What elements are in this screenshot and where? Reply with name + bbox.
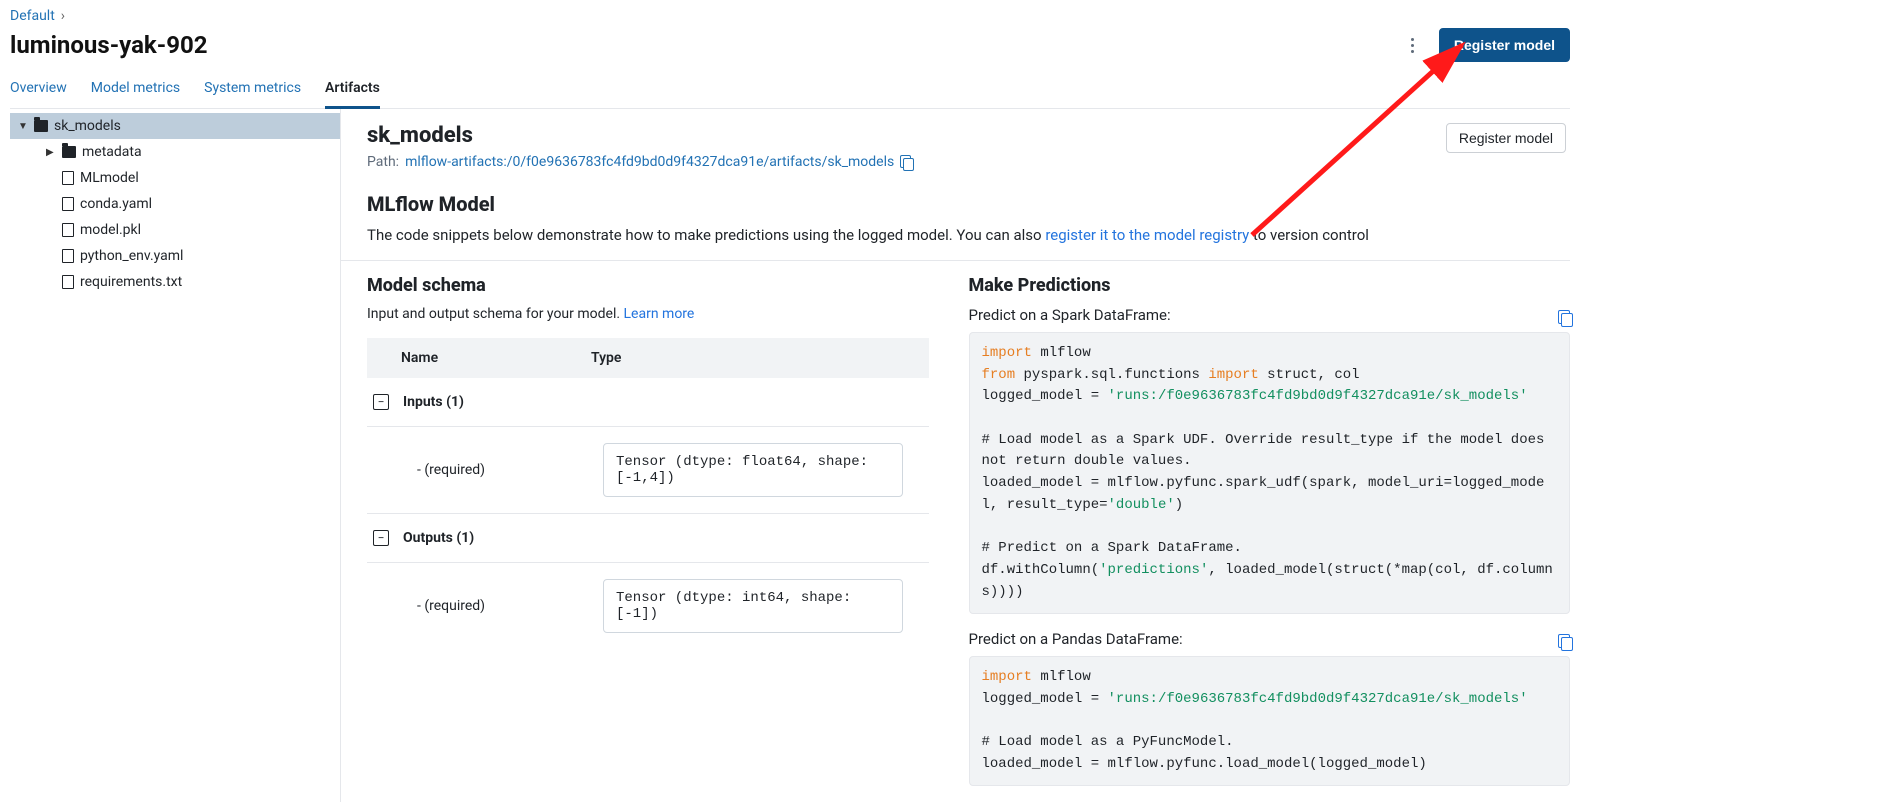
- breadcrumb: Default ›: [10, 0, 1570, 24]
- artifact-heading: sk_models: [367, 123, 914, 148]
- tree-file[interactable]: model.pkl: [10, 217, 340, 243]
- schema-heading: Model schema: [367, 275, 929, 296]
- register-model-outline-button[interactable]: Register model: [1446, 123, 1566, 153]
- pandas-label: Predict on a Pandas DataFrame:: [969, 630, 1571, 648]
- path-value: mlflow-artifacts:/0/f0e9636783fc4fd9bd0d…: [405, 154, 894, 170]
- schema-hint: Input and output schema for your model. …: [367, 306, 929, 322]
- file-icon: [62, 223, 74, 237]
- schema-outputs-section[interactable]: − Outputs (1): [367, 514, 929, 563]
- schema-row: - (required) Tensor (dtype: int64, shape…: [367, 563, 929, 649]
- copy-code-button[interactable]: [1558, 634, 1574, 652]
- tree-label: metadata: [82, 144, 142, 160]
- mlflow-model-description: The code snippets below demonstrate how …: [367, 226, 1570, 244]
- tree-label: conda.yaml: [80, 196, 152, 212]
- file-tree: ▼ sk_models ▶ metadata MLmodel conda.yam…: [10, 109, 340, 802]
- schema-row: - (required) Tensor (dtype: float64, sha…: [367, 427, 929, 514]
- collapse-icon: −: [373, 530, 389, 546]
- tab-artifacts[interactable]: Artifacts: [325, 70, 380, 108]
- col-name: Name: [381, 350, 591, 366]
- predictions-heading: Make Predictions: [969, 275, 1571, 296]
- folder-icon: [62, 146, 76, 158]
- folder-icon: [34, 120, 48, 132]
- learn-more-link[interactable]: Learn more: [624, 306, 695, 322]
- tree-label: MLmodel: [80, 170, 139, 186]
- chevron-right-icon: ›: [61, 8, 65, 24]
- mlflow-model-heading: MLflow Model: [367, 192, 1570, 216]
- breadcrumb-root[interactable]: Default: [10, 8, 55, 24]
- section-label: Outputs (1): [403, 530, 474, 546]
- chevron-right-icon: ▶: [46, 147, 56, 158]
- schema-row-name: - (required): [373, 598, 603, 614]
- tree-label: sk_models: [54, 118, 121, 134]
- artifact-path: Path: mlflow-artifacts:/0/f0e9636783fc4f…: [367, 154, 914, 170]
- tree-file[interactable]: MLmodel: [10, 165, 340, 191]
- tree-label: requirements.txt: [80, 274, 182, 290]
- tab-system-metrics[interactable]: System metrics: [204, 70, 301, 108]
- tree-file[interactable]: python_env.yaml: [10, 243, 340, 269]
- schema-row-type: Tensor (dtype: int64, shape: [-1]): [603, 579, 903, 633]
- register-model-primary-button[interactable]: Register model: [1439, 28, 1570, 62]
- more-menu-button[interactable]: [1401, 33, 1425, 57]
- pandas-code-block: import mlflow logged_model = 'runs:/f0e9…: [969, 656, 1571, 786]
- schema-inputs-section[interactable]: − Inputs (1): [367, 378, 929, 427]
- chevron-down-icon: ▼: [18, 121, 28, 132]
- copy-code-button[interactable]: [1558, 310, 1574, 328]
- file-icon: [62, 197, 74, 211]
- register-link[interactable]: register it to the model registry: [1045, 226, 1249, 244]
- schema-table: Name Type − Inputs (1) - (required) Tens…: [367, 338, 929, 649]
- schema-row-name: - (required): [373, 462, 603, 478]
- tab-overview[interactable]: Overview: [10, 70, 67, 108]
- collapse-icon: −: [373, 394, 389, 410]
- file-icon: [62, 171, 74, 185]
- page-title: luminous-yak-902: [10, 31, 208, 59]
- tree-label: python_env.yaml: [80, 248, 183, 264]
- tree-root[interactable]: ▼ sk_models: [10, 113, 340, 139]
- section-label: Inputs (1): [403, 394, 464, 410]
- path-label: Path:: [367, 154, 399, 170]
- tree-file[interactable]: conda.yaml: [10, 191, 340, 217]
- copy-icon[interactable]: [900, 155, 914, 169]
- tabs: Overview Model metrics System metrics Ar…: [10, 70, 1570, 109]
- tree-file[interactable]: requirements.txt: [10, 269, 340, 295]
- file-icon: [62, 275, 74, 289]
- schema-row-type: Tensor (dtype: float64, shape: [-1,4]): [603, 443, 903, 497]
- spark-label: Predict on a Spark DataFrame:: [969, 306, 1571, 324]
- col-type: Type: [591, 350, 915, 366]
- tree-folder-metadata[interactable]: ▶ metadata: [10, 139, 340, 165]
- file-icon: [62, 249, 74, 263]
- spark-code-block: import mlflow from pyspark.sql.functions…: [969, 332, 1571, 614]
- tab-model-metrics[interactable]: Model metrics: [91, 70, 180, 108]
- tree-label: model.pkl: [80, 222, 141, 238]
